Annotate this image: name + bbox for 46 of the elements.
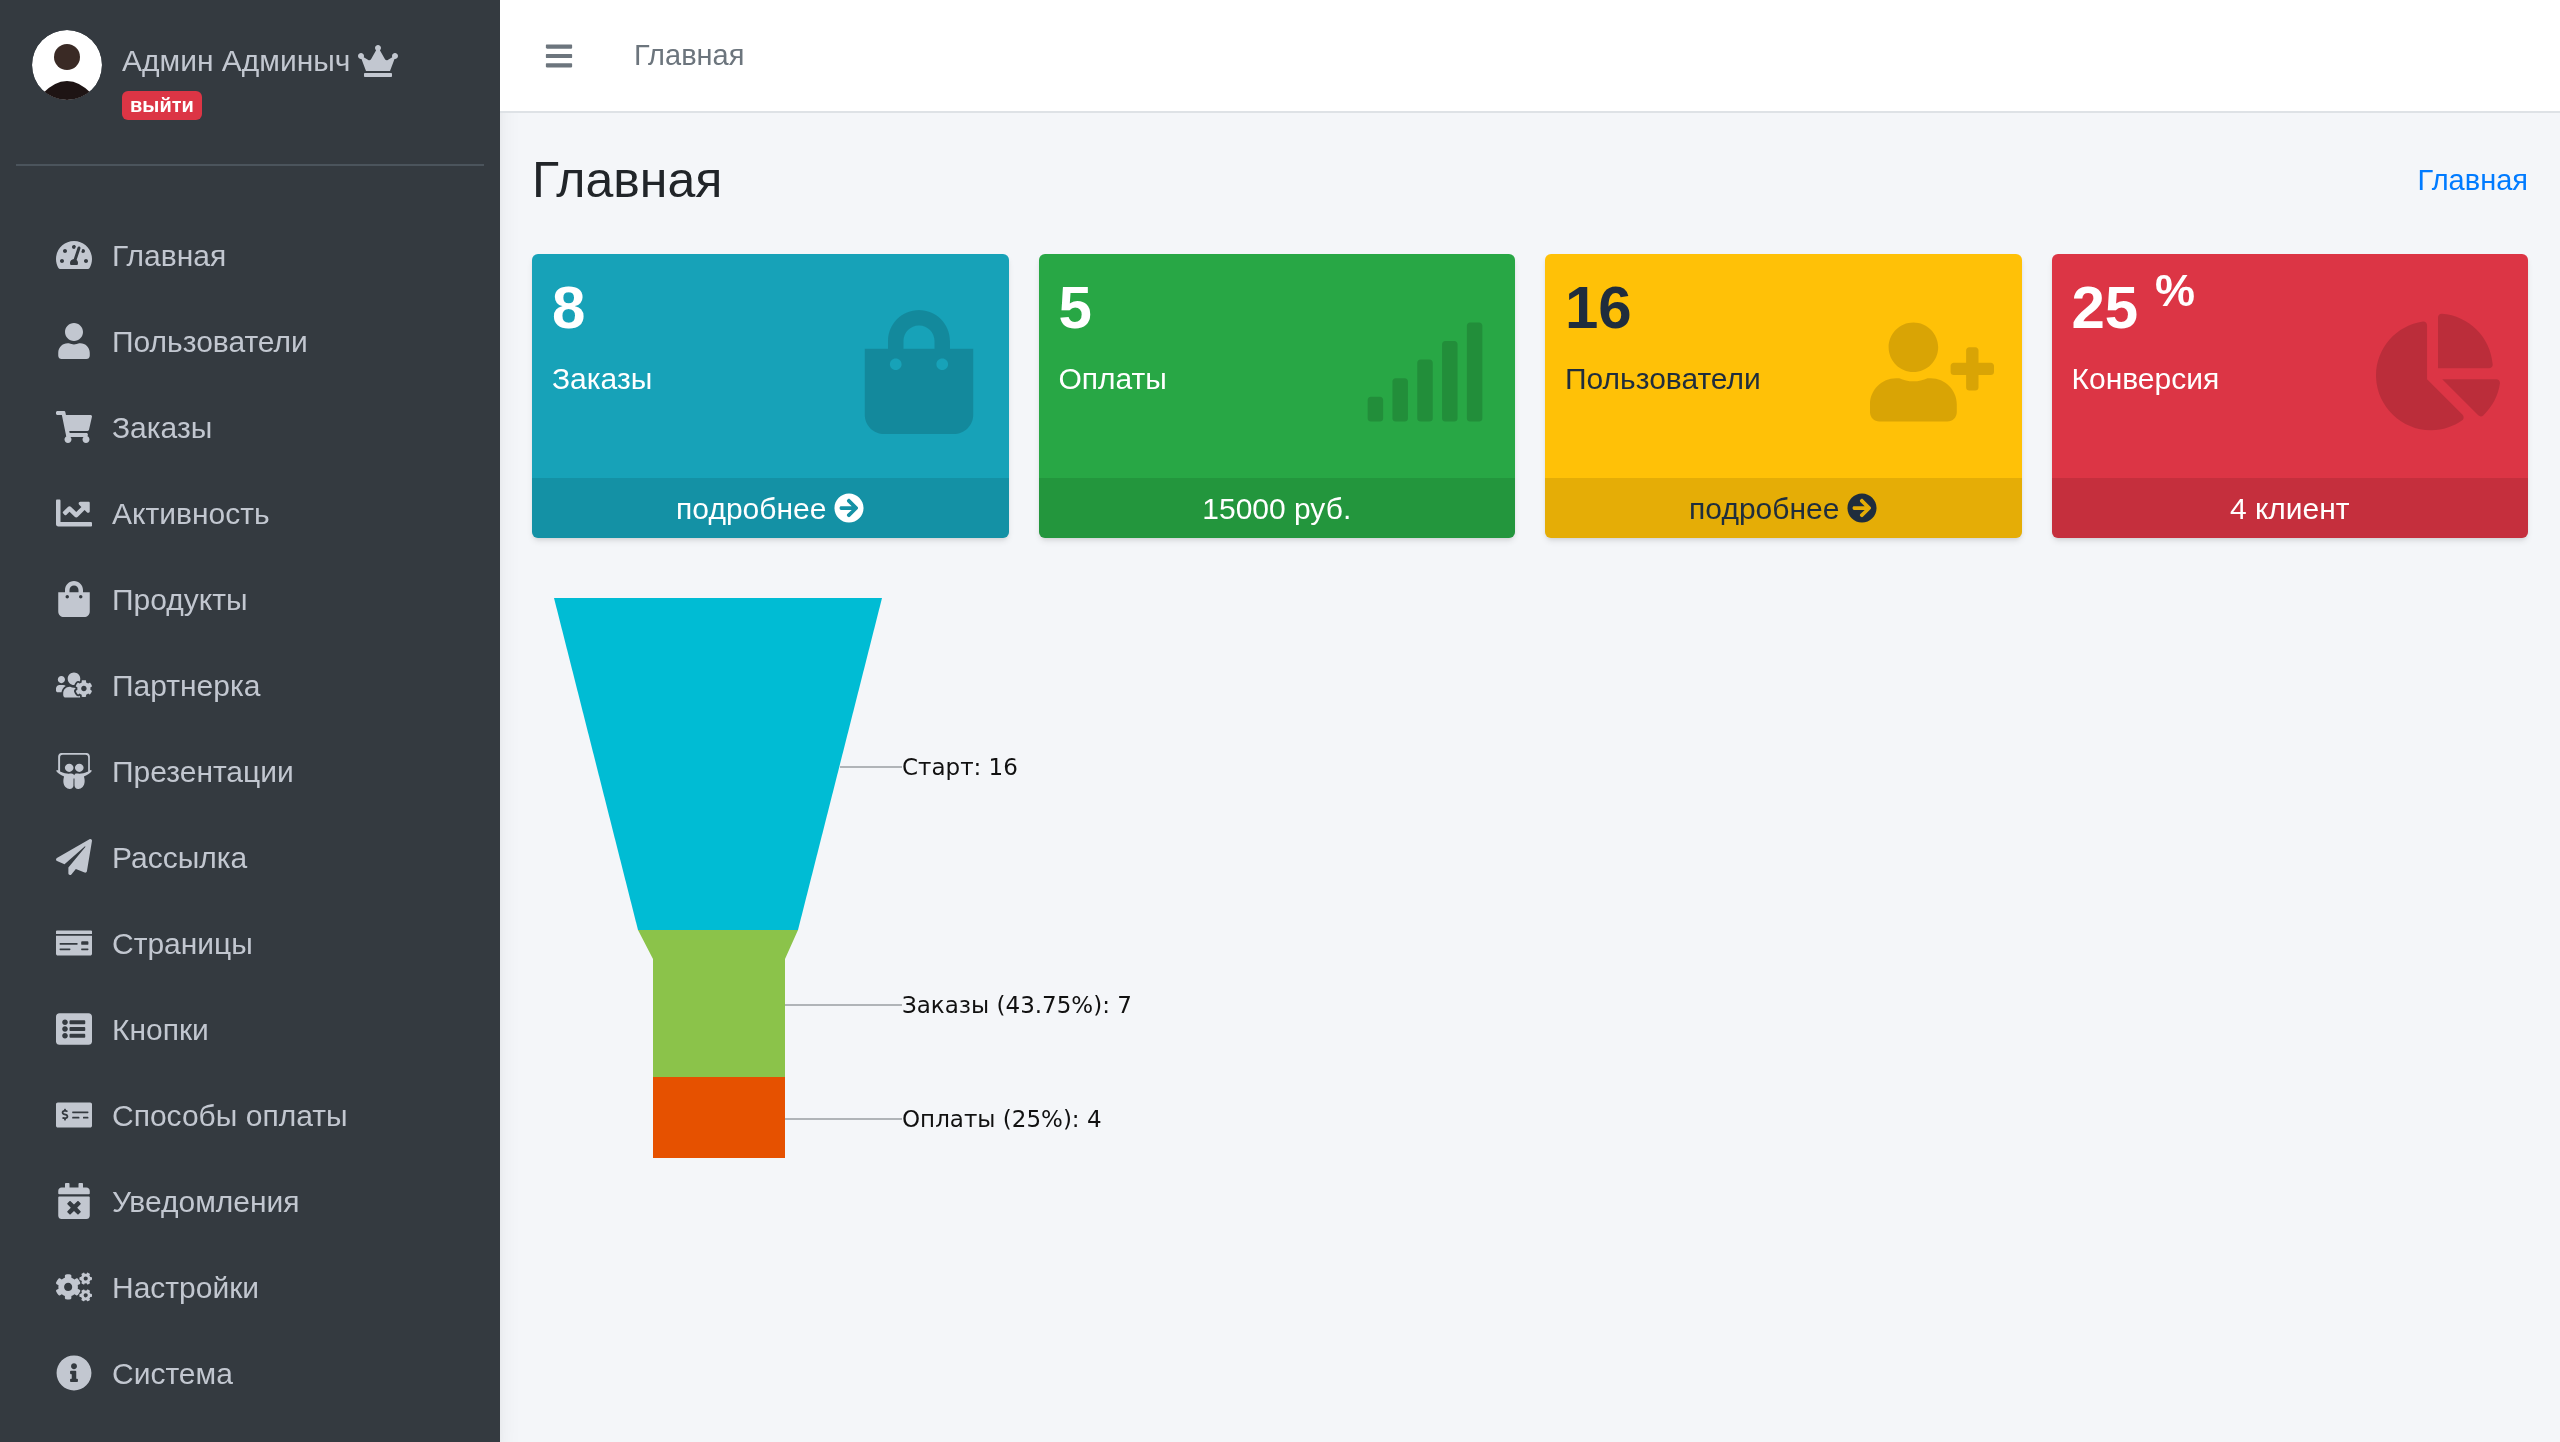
funnel-label: Заказы (43.75%): 7 <box>902 992 1132 1018</box>
nav-item[interactable]: Страницы <box>52 900 448 986</box>
nav-item[interactable]: Заказы <box>52 384 448 470</box>
nav-item[interactable]: Кнопки <box>52 986 448 1072</box>
arrow-right-icon <box>1847 493 1878 523</box>
nav-item[interactable]: Пользователи <box>52 298 448 384</box>
nav-item[interactable]: Презентации <box>52 728 448 814</box>
calendar-icon <box>56 1183 92 1219</box>
nav-item[interactable]: Настройки <box>52 1244 448 1330</box>
logout-button[interactable]: выйти <box>122 91 202 120</box>
breadcrumb-link[interactable]: Главная <box>2417 158 2528 203</box>
avatar <box>32 30 102 100</box>
nav-item[interactable]: Рассылка <box>52 814 448 900</box>
card-footer-link[interactable]: подробнее <box>532 478 1009 538</box>
nav-item[interactable]: Партнерка <box>52 642 448 728</box>
stat-value: 5 <box>1058 278 1093 338</box>
cart-icon <box>56 409 92 445</box>
stat-value: 16 <box>1565 278 1633 338</box>
funnel-label: Оплаты (25%): 4 <box>902 1106 1102 1132</box>
page-title: Главная <box>532 151 723 210</box>
stat-label: Заказы <box>552 361 653 397</box>
nav-item[interactable]: Система <box>52 1330 448 1416</box>
user-icon <box>56 323 92 359</box>
nav-item[interactable]: Способы оплаты <box>52 1072 448 1158</box>
nav-item[interactable]: Активность <box>52 470 448 556</box>
user-name: Админ Админыч <box>122 43 351 79</box>
card-footer: 4 клиент <box>2051 478 2528 538</box>
header-title: Главная <box>634 37 745 73</box>
stat-label: Оплаты <box>1058 361 1167 397</box>
crown-icon <box>358 43 399 78</box>
leader-line <box>839 766 903 768</box>
nav-item[interactable]: Уведомления <box>52 1158 448 1244</box>
stat-label: Конверсия <box>2071 361 2220 397</box>
presentation-icon <box>56 753 92 789</box>
card-footer: 15000 руб. <box>1038 478 1515 538</box>
info-icon <box>56 1355 92 1391</box>
stat-label: Пользователи <box>1565 361 1761 397</box>
card-footer-link[interactable]: подробнее <box>1545 478 2022 538</box>
nav-item[interactable]: Продукты <box>52 556 448 642</box>
nav-item[interactable]: Главная <box>52 212 448 298</box>
list-icon <box>56 1011 92 1047</box>
paper-plane-icon <box>56 839 92 875</box>
funnel-label: Старт: 16 <box>902 754 1018 780</box>
arrow-right-icon <box>834 493 865 523</box>
bag-icon <box>56 581 92 617</box>
stat-value: 8 <box>552 278 587 338</box>
